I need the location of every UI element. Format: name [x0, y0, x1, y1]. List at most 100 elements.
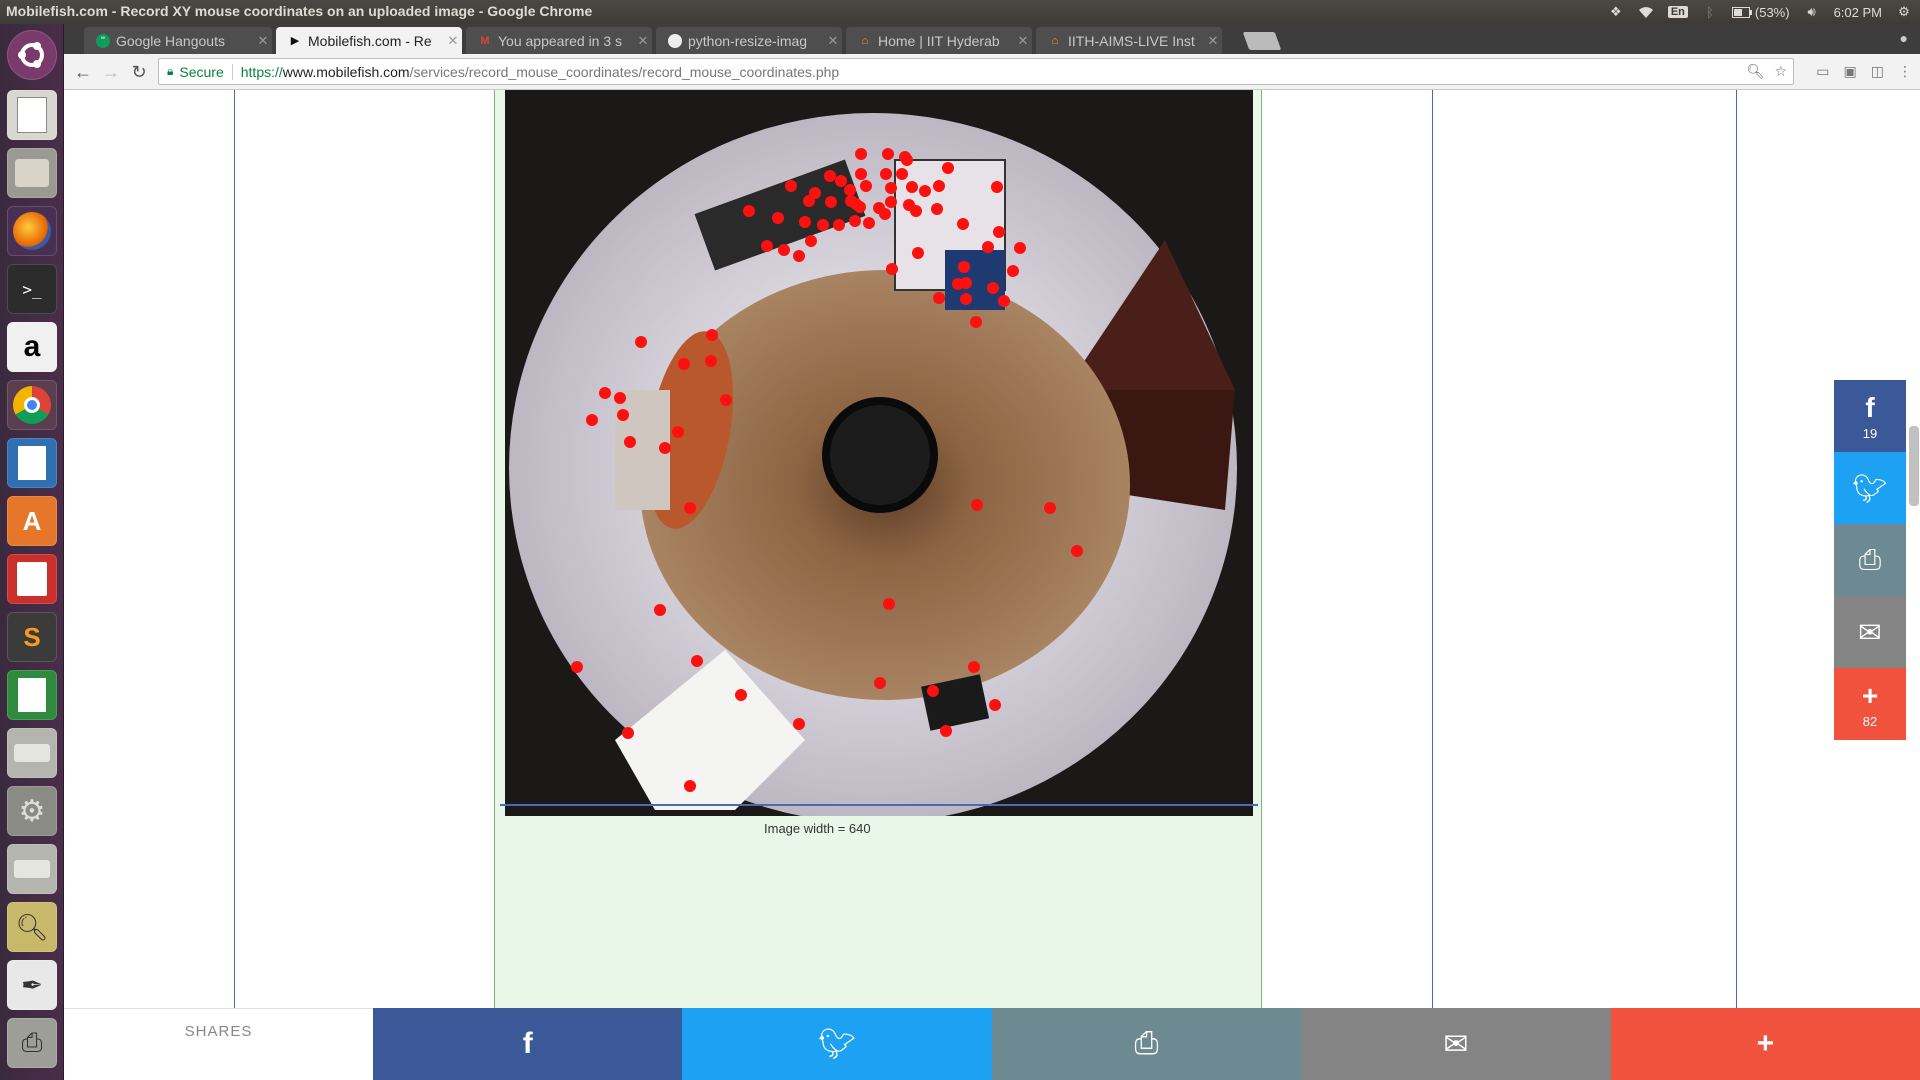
coordinate-marker — [987, 282, 999, 294]
firefox-icon[interactable] — [7, 206, 57, 256]
tab-iith-aims[interactable]: ⌂ IITH-AIMS-LIVE Inst ✕ — [1036, 27, 1222, 54]
share-print-button[interactable]: ⎙ — [1834, 524, 1906, 596]
coordinate-marker — [720, 394, 732, 406]
share-email-button[interactable]: ✉ — [1834, 596, 1906, 668]
share-facebook-button[interactable]: f 19 — [1834, 380, 1906, 452]
coordinate-marker — [799, 216, 811, 228]
coordinate-marker — [998, 295, 1010, 307]
coordinate-marker — [896, 168, 908, 180]
coordinate-marker — [654, 604, 666, 616]
bar-print-button[interactable]: ⎙ — [991, 1008, 1302, 1080]
coordinate-marker — [863, 217, 875, 229]
drive-icon-2[interactable] — [7, 844, 57, 894]
forward-button[interactable]: → — [100, 61, 122, 83]
coordinate-marker — [971, 499, 983, 511]
new-tab-button[interactable] — [1242, 32, 1282, 50]
libreoffice-calc-icon[interactable] — [7, 670, 57, 720]
volume-icon[interactable]: 🔊︎ — [1804, 4, 1820, 20]
close-icon[interactable]: ✕ — [1204, 33, 1222, 49]
bluetooth-icon[interactable]: ᛒ — [1702, 4, 1718, 20]
software-center-icon[interactable]: A — [7, 496, 57, 546]
tab-mobilefish[interactable]: ▶ Mobilefish.com - Re ✕ — [276, 27, 462, 54]
coordinate-marker — [735, 689, 747, 701]
horizontal-rule — [500, 804, 1258, 806]
inkscape-icon[interactable]: ✒ — [7, 960, 57, 1010]
menu-icon[interactable]: ⋮ — [1898, 63, 1912, 80]
coordinate-marker — [825, 196, 837, 208]
tab-strip: " Google Hangouts ✕ ▶ Mobilefish.com - R… — [64, 24, 1920, 54]
bar-email-button[interactable]: ✉ — [1301, 1008, 1611, 1080]
bar-facebook-button[interactable]: f — [373, 1008, 683, 1080]
terminal-icon[interactable]: >_ — [7, 264, 57, 314]
ubuntu-logo-icon[interactable] — [7, 30, 57, 80]
uploaded-image[interactable] — [505, 90, 1253, 816]
bar-twitter-button[interactable]: 🐦︎ — [682, 1008, 992, 1080]
close-icon[interactable]: ✕ — [254, 33, 272, 49]
extension-icon[interactable]: ▣ — [1844, 63, 1857, 80]
plus-icon: + — [1861, 679, 1879, 711]
bookmark-star-icon[interactable]: ☆ — [1774, 63, 1787, 80]
gear-icon[interactable]: ⚙ — [1896, 4, 1912, 20]
coordinate-marker — [906, 181, 918, 193]
drive-icon[interactable] — [7, 728, 57, 778]
close-icon[interactable]: ✕ — [444, 33, 462, 49]
iith-icon: ⌂ — [1051, 34, 1059, 47]
back-button[interactable]: ← — [72, 61, 94, 83]
dropbox-icon[interactable]: ❖ — [1608, 4, 1624, 20]
plus-icon: + — [1756, 1027, 1775, 1060]
url-host: www.mobilefish.com — [282, 63, 410, 80]
libreoffice-impress-icon[interactable] — [7, 438, 57, 488]
tab-iit-home[interactable]: ⌂ Home | IIT Hyderab ✕ — [846, 27, 1032, 54]
amazon-icon[interactable]: a — [7, 322, 57, 372]
coordinate-marker — [991, 181, 1003, 193]
coordinate-marker — [1044, 502, 1056, 514]
close-icon[interactable]: ✕ — [634, 33, 652, 49]
coordinate-marker — [672, 426, 684, 438]
extension-icon[interactable]: ▭ — [1816, 63, 1829, 80]
coordinate-marker — [927, 685, 939, 697]
chrome-icon[interactable] — [7, 380, 57, 430]
coordinate-marker — [599, 387, 611, 399]
bottom-share-bar: SHARES f 🐦︎ ⎙ ✉ + — [64, 1008, 1920, 1080]
share-more-button[interactable]: + 82 — [1834, 668, 1906, 740]
image-viewer-icon[interactable]: 🔍︎ — [7, 902, 57, 952]
document-viewer-icon[interactable] — [7, 554, 57, 604]
tab-python-resize[interactable]: python-resize-imag ✕ — [656, 27, 842, 54]
close-icon[interactable]: ✕ — [1014, 33, 1032, 49]
coordinate-marker — [970, 316, 982, 328]
sublime-text-icon[interactable]: S — [7, 612, 57, 662]
tab-google-hangouts[interactable]: " Google Hangouts ✕ — [84, 27, 272, 54]
zoom-icon[interactable]: 🔍︎ — [1747, 63, 1765, 80]
keyboard-layout-indicator[interactable]: En — [1667, 6, 1688, 18]
clock[interactable]: 6:02 PM — [1834, 5, 1882, 20]
coordinate-marker — [844, 184, 856, 196]
page-scrollbar-thumb[interactable] — [1909, 426, 1919, 506]
address-bar[interactable]: 🔒︎ Secure https://www.mobilefish.com/ser… — [158, 58, 1794, 85]
close-icon[interactable]: ✕ — [824, 33, 842, 49]
battery-indicator[interactable]: (53%) — [1731, 5, 1790, 20]
coordinate-marker — [989, 699, 1001, 711]
reload-button[interactable]: ↻ — [128, 61, 150, 83]
column-divider — [234, 90, 235, 1008]
profile-icon[interactable]: ● — [1900, 30, 1908, 46]
printer-icon[interactable]: ⎙ — [7, 1018, 57, 1068]
coordinate-marker — [885, 196, 897, 208]
text-editor-icon[interactable] — [7, 90, 57, 140]
battery-icon — [1731, 6, 1752, 18]
system-settings-icon[interactable]: ⚙ — [7, 786, 57, 836]
tab-title: python-resize-imag — [688, 32, 808, 49]
floating-share-rail: f 19 🐦︎ ⎙ ✉ + 82 — [1834, 380, 1906, 740]
secure-label: Secure — [179, 63, 224, 80]
coordinate-marker — [912, 247, 924, 259]
bar-more-button[interactable]: + — [1610, 1008, 1920, 1080]
share-twitter-button[interactable]: 🐦︎ — [1834, 452, 1906, 524]
coordinate-marker — [835, 175, 847, 187]
page-icon — [668, 33, 682, 48]
fisheye-photo[interactable] — [505, 90, 1253, 816]
tab-gmail[interactable]: M You appeared in 3 s ✕ — [466, 27, 652, 54]
coordinate-marker — [1007, 265, 1019, 277]
wifi-icon[interactable] — [1638, 4, 1654, 20]
extension-icon[interactable]: ◫ — [1871, 63, 1884, 80]
file-manager-icon[interactable] — [7, 148, 57, 198]
coordinate-marker — [910, 205, 922, 217]
